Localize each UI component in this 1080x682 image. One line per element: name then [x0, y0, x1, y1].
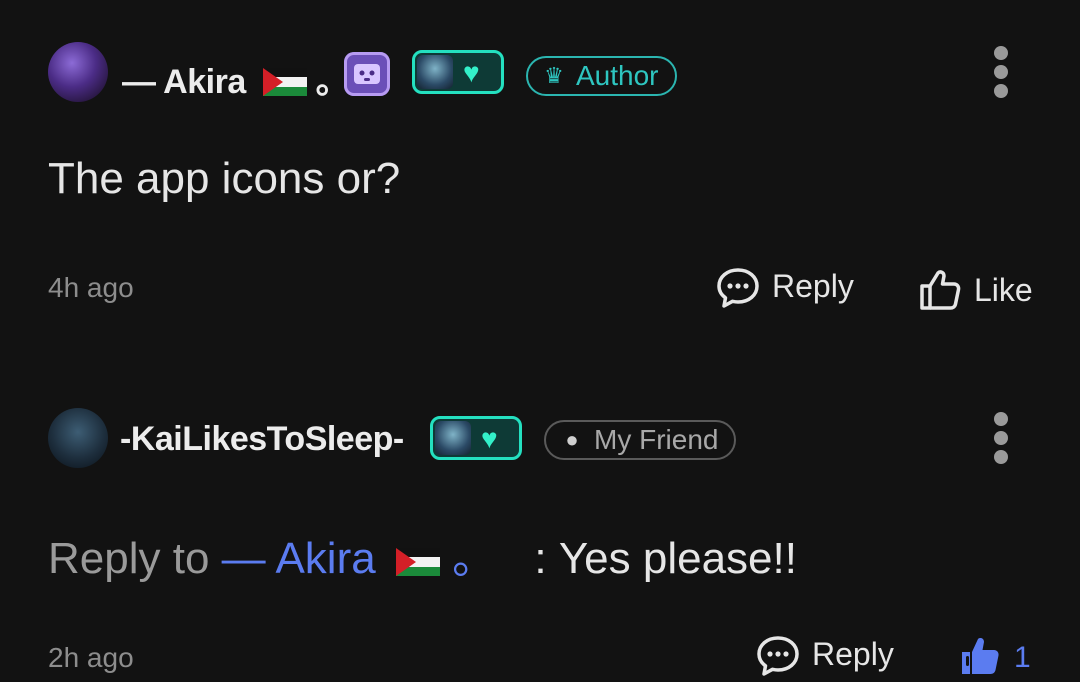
thumbs-up-filled-icon [962, 638, 999, 674]
reply-button[interactable]: Reply [756, 634, 896, 678]
username[interactable]: -KaiLikesToSleep- [120, 420, 404, 459]
comment-text: Reply to — Akira 。 : Yes please!! [48, 522, 797, 586]
like-button[interactable]: 1 [958, 634, 1038, 678]
reply-label: Reply [812, 636, 894, 672]
reply-to-prefix: Reply to [48, 534, 210, 583]
chat-bubble-icon [757, 636, 799, 676]
username-text[interactable]: -KaiLikesToSleep- [120, 420, 404, 458]
palestine-flag-icon [395, 548, 440, 576]
heart-face-icon: ● [565, 427, 579, 452]
more-options-icon[interactable] [994, 412, 1008, 464]
timestamp: 2h ago [48, 642, 134, 673]
like-count: 1 [1014, 641, 1031, 674]
comment: -KaiLikesToSleep- ♥ ● My Friend Reply to… [0, 0, 1080, 682]
avatar[interactable] [48, 408, 108, 468]
friend-tag-label: My Friend [594, 424, 719, 455]
heart-frame-badge-icon[interactable]: ♥ [430, 416, 522, 460]
mention-suffix: 。 [452, 534, 497, 583]
mention-text[interactable]: — Akira [222, 534, 376, 583]
mention-link[interactable]: — Akira 。 [222, 534, 509, 583]
reply-text: : Yes please!! [534, 534, 797, 583]
friend-tag: ● My Friend [544, 420, 737, 460]
